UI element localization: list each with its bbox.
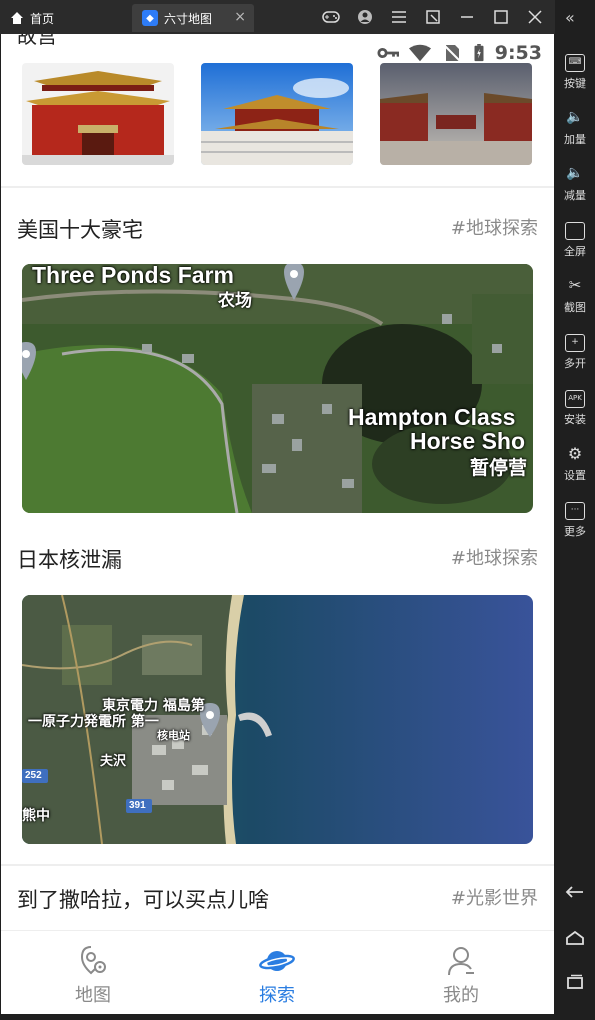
nav-tab-label: 地图 (75, 985, 111, 1006)
sidebar-item-more[interactable]: ··· 更多 (555, 502, 595, 539)
sidebar-item-label: 更多 (564, 525, 586, 538)
home-tab-label: 首页 (30, 11, 55, 26)
map-label: 核电站 (157, 729, 190, 742)
nav-tab-map[interactable]: 地图 (53, 945, 133, 1007)
nav-tab-label: 我的 (443, 985, 479, 1006)
sidebar-item-multi[interactable]: + 多开 (555, 334, 595, 371)
sidebar-item-label: 全屏 (564, 245, 586, 258)
sidebar-item-volume-up[interactable]: 🔈 加量 (555, 110, 595, 147)
more-icon: ··· (565, 502, 585, 520)
section-divider (1, 186, 554, 188)
map-label: 一原子力発電所 第一 (28, 714, 159, 730)
section-tag[interactable]: #地球探索 (451, 214, 538, 240)
emulator-titlebar: 首页 ◆ 六寸地图 × (0, 0, 595, 34)
map-label: 熊中 (22, 808, 50, 824)
photo-thumbnail[interactable] (22, 63, 174, 165)
nav-tab-explore[interactable]: 探索 (237, 945, 317, 1007)
nav-tab-mine[interactable]: 我的 (421, 945, 501, 1007)
vpn-key-icon (377, 47, 399, 59)
section-title[interactable]: 美国十大豪宅 (17, 214, 143, 244)
photo-thumbnail[interactable] (201, 63, 353, 165)
map-label: 夫沢 (100, 754, 127, 769)
sidebar-item-label: 安装 (564, 413, 586, 426)
road-sign-label: 391 (129, 800, 146, 811)
sidebar-item-label: 多开 (564, 357, 586, 370)
close-window-icon[interactable] (525, 8, 545, 26)
sidebar-item-label: 截图 (564, 301, 586, 314)
sidebar-item-keys[interactable]: ⌨ 按键 (555, 54, 595, 91)
bottom-navigation: 地图 探索 我的 (1, 930, 554, 1014)
map-label: Horse Sho (410, 428, 526, 454)
photo-thumbnail[interactable] (380, 63, 532, 165)
maximize-icon[interactable] (491, 8, 511, 26)
no-sim-icon (443, 44, 461, 62)
map-label: Three Ponds Farm (32, 264, 234, 288)
section-title[interactable]: 到了撒哈拉，可以买点儿啥 (17, 884, 269, 914)
volume-down-icon: 🔈 (566, 165, 584, 181)
nav-tab-label: 探索 (259, 985, 295, 1006)
close-tab-icon[interactable]: × (234, 9, 246, 25)
status-time: 9:53 (494, 42, 542, 64)
section-tag[interactable]: #光影世界 (451, 884, 538, 910)
satellite-map-card[interactable]: 東京電力 福島第 一原子力発電所 第一 核电站 夫沢 252 391 熊中 (22, 595, 533, 844)
map-label: 农场 (218, 291, 252, 311)
home-tab[interactable]: 首页 (10, 6, 54, 30)
gear-icon: ⚙ (567, 444, 583, 463)
recents-icon (567, 974, 583, 989)
account-icon[interactable] (355, 8, 375, 26)
app-tab-label: 六寸地图 (164, 11, 213, 26)
back-icon (565, 886, 583, 898)
road-sign-label: 252 (25, 770, 42, 781)
fullscreen-icon (565, 222, 585, 240)
sidebar-item-volume-down[interactable]: 🔈 减量 (555, 166, 595, 203)
sidebar-item-screenshot[interactable]: ✂ 截图 (555, 278, 595, 315)
android-home-icon (566, 930, 584, 945)
volume-up-icon: 🔈 (566, 109, 584, 125)
status-bar: 9:53 (377, 42, 542, 64)
window-controls (321, 8, 545, 26)
popout-icon[interactable] (423, 8, 443, 26)
apk-install-icon: APK (565, 390, 585, 408)
battery-charging-icon (474, 44, 484, 62)
sidebar-item-settings[interactable]: ⚙ 设置 (555, 446, 595, 483)
home-icon (11, 12, 23, 24)
collapse-sidebar-icon[interactable]: « (565, 8, 575, 27)
emulator-sidebar: « ⌨ 按键 🔈 加量 🔈 减量 全屏 ✂ 截图 + 多开 APK 安装 ⚙ 设… (555, 0, 595, 1020)
gamepad-icon[interactable] (321, 8, 341, 26)
keyboard-icon: ⌨ (565, 54, 585, 72)
section-title[interactable]: 日本核泄漏 (17, 544, 122, 574)
app-tab[interactable]: ◆ 六寸地图 × (132, 4, 254, 32)
section-title: 故宫 (17, 34, 57, 48)
sidebar-item-label: 减量 (564, 189, 586, 202)
wifi-icon (408, 44, 431, 62)
scissors-icon: ✂ (568, 276, 582, 294)
minimize-icon[interactable] (457, 8, 477, 26)
section-divider (1, 864, 554, 866)
app-screen: 9:53 故宫 美国十大豪宅 #地球探索 Three Ponds Farm 农场… (1, 34, 554, 1014)
user-icon (448, 947, 474, 976)
map-label: Hampton Class (348, 404, 516, 430)
sidebar-item-label: 按键 (564, 77, 586, 90)
image-strip (22, 63, 532, 165)
back-button[interactable] (555, 884, 595, 904)
map-pin-icon (80, 946, 106, 975)
section-tag[interactable]: #地球探索 (451, 544, 538, 570)
app-logo-icon: ◆ (142, 10, 158, 26)
planet-icon (259, 951, 295, 971)
sidebar-item-install[interactable]: APK 安装 (555, 390, 595, 427)
home-button[interactable] (555, 930, 595, 950)
satellite-map-card[interactable]: Three Ponds Farm 农场 Hampton Class Horse … (22, 264, 533, 513)
map-label: 暂停营 (470, 457, 528, 479)
multi-instance-icon: + (565, 334, 585, 352)
menu-icon[interactable] (389, 8, 409, 26)
recents-button[interactable] (555, 974, 595, 994)
sidebar-item-fullscreen[interactable]: 全屏 (555, 222, 595, 259)
sidebar-item-label: 加量 (564, 133, 586, 146)
sidebar-item-label: 设置 (564, 469, 586, 482)
